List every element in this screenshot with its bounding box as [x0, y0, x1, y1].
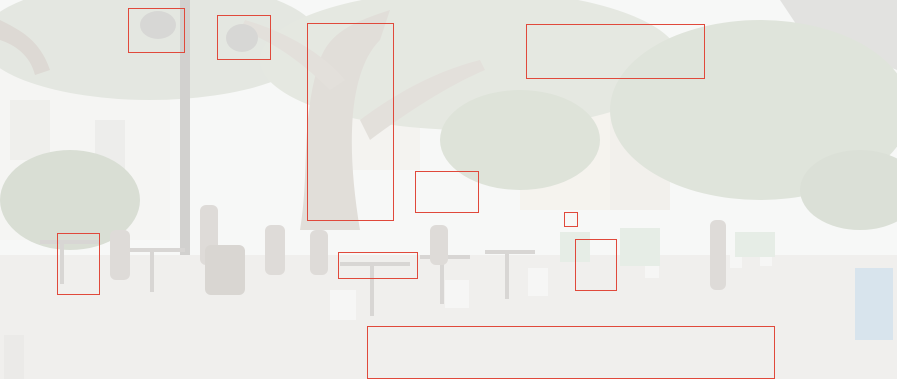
- highlight-box-chair-left: [57, 233, 100, 295]
- highlight-box-tree-trunk: [307, 23, 394, 221]
- highlight-box-street-lamp-left: [128, 8, 185, 53]
- blue-bin: [855, 268, 893, 340]
- highlight-box-small-object: [564, 212, 578, 227]
- highlight-box-pavement: [367, 326, 775, 379]
- highlight-box-bench: [575, 239, 617, 291]
- highlight-box-table: [338, 252, 418, 279]
- walking-person: [710, 220, 726, 290]
- highlight-box-street-lamp-right: [217, 15, 271, 60]
- highlight-box-doorway: [415, 171, 479, 213]
- highlight-box-tree-canopy: [526, 24, 705, 79]
- plaza-photo: [0, 0, 897, 379]
